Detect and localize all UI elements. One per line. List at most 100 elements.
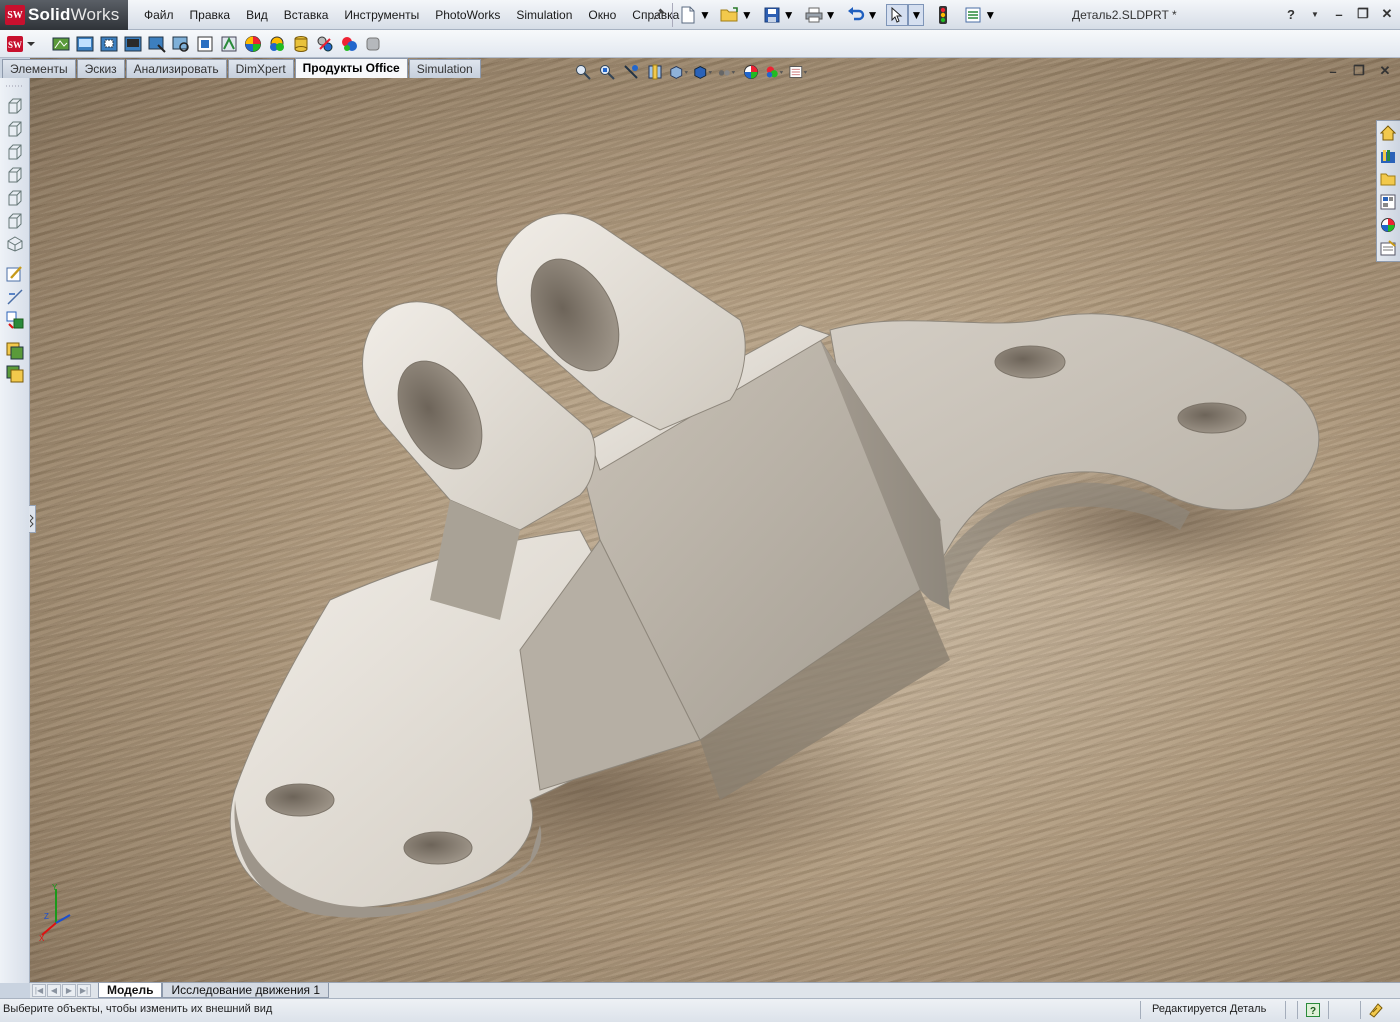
section-view-icon[interactable]	[645, 62, 665, 82]
close-icon[interactable]: ✕	[1378, 5, 1396, 23]
isometric-view-icon[interactable]	[5, 234, 25, 254]
appearance-zoom-icon[interactable]	[265, 33, 288, 55]
heads-up-toolbar	[573, 62, 809, 82]
paste-appearance-icon[interactable]	[5, 364, 25, 384]
toolbar-grip[interactable]	[5, 82, 25, 90]
material-icon[interactable]	[361, 33, 384, 55]
chevron-down-icon[interactable]: ▼	[741, 8, 753, 22]
chevron-down-icon[interactable]: ▼	[825, 8, 837, 22]
quick-tips-icon[interactable]: ?	[1305, 1002, 1321, 1018]
edit-appearance-icon[interactable]	[741, 62, 761, 82]
render-icon[interactable]	[73, 33, 96, 55]
bottom-view-icon[interactable]	[5, 211, 25, 231]
view-orientation-icon[interactable]	[669, 62, 689, 82]
pin-menu-icon[interactable]	[651, 7, 667, 23]
feature-manager-expand-handle[interactable]	[29, 505, 36, 533]
menu-window[interactable]: Окно	[580, 0, 624, 30]
next-tab-icon[interactable]: ▶	[62, 984, 76, 997]
zoom-to-fit-icon[interactable]	[573, 62, 593, 82]
tab-evaluate[interactable]: Анализировать	[125, 59, 227, 78]
restore-icon[interactable]: ❐	[1350, 62, 1368, 80]
app-logo[interactable]: SW SolidWorks	[0, 0, 128, 30]
help-icon[interactable]: ?	[1282, 5, 1300, 23]
minimize-icon[interactable]: –	[1330, 5, 1348, 23]
left-view-icon[interactable]	[5, 142, 25, 162]
render-last-icon[interactable]	[121, 33, 144, 55]
minimize-icon[interactable]: –	[1324, 62, 1342, 80]
tab-features[interactable]: Элементы	[2, 59, 76, 78]
apply-scene-icon[interactable]	[765, 62, 785, 82]
part-model[interactable]	[30, 58, 1400, 982]
tab-simulation[interactable]: Simulation	[408, 59, 481, 78]
print-icon[interactable]	[803, 4, 825, 26]
solidworks-menu-icon[interactable]: SW	[4, 33, 38, 55]
appearances-icon[interactable]	[1377, 214, 1399, 236]
chevron-down-icon[interactable]: ▼	[867, 8, 879, 22]
previous-tab-icon[interactable]: ◀	[47, 984, 61, 997]
animator-icon[interactable]	[289, 33, 312, 55]
color-swap-icon[interactable]	[337, 33, 360, 55]
rebuild-traffic-light-icon[interactable]	[932, 4, 954, 26]
menu-insert[interactable]: Вставка	[276, 0, 337, 30]
sketch-icon[interactable]	[5, 264, 25, 284]
chevron-down-icon[interactable]: ▼	[1306, 5, 1324, 23]
save-icon[interactable]	[761, 4, 783, 26]
home-icon[interactable]	[1377, 122, 1399, 144]
view-palette-icon[interactable]	[1377, 191, 1399, 213]
hide-show-icon[interactable]	[717, 62, 737, 82]
back-view-icon[interactable]	[5, 119, 25, 139]
custom-properties-icon[interactable]	[1377, 237, 1399, 259]
first-tab-icon[interactable]: |◀	[32, 984, 46, 997]
tab-office-products[interactable]: Продукты Office	[294, 58, 408, 78]
restore-icon[interactable]: ❐	[1354, 5, 1372, 23]
menu-simulation[interactable]: Simulation	[508, 0, 580, 30]
select-arrow-icon[interactable]	[886, 4, 909, 26]
new-document-icon[interactable]	[677, 4, 699, 26]
front-view-icon[interactable]	[5, 96, 25, 116]
scene-icon[interactable]	[169, 33, 192, 55]
svg-text:SW: SW	[8, 40, 22, 50]
tab-model[interactable]: Модель	[98, 983, 163, 998]
tab-sketch[interactable]: Эскиз	[76, 59, 125, 78]
tab-dimxpert[interactable]: DimXpert	[227, 59, 294, 78]
options-icon[interactable]	[962, 4, 984, 26]
command-manager: SW	[0, 30, 1400, 58]
undo-icon[interactable]	[845, 4, 867, 26]
design-library-icon[interactable]	[1377, 145, 1399, 167]
open-folder-icon[interactable]	[719, 4, 741, 26]
smart-dimension-icon[interactable]	[5, 287, 25, 307]
lights-icon[interactable]	[217, 33, 240, 55]
chevron-down-icon[interactable]: ▼	[783, 8, 795, 22]
command-manager-tabs: Элементы Эскиз Анализировать DimXpert Пр…	[0, 58, 481, 78]
decal-icon[interactable]	[193, 33, 216, 55]
rebuild-status-icon[interactable]	[1368, 1002, 1384, 1018]
chevron-down-icon[interactable]: ▼	[908, 4, 925, 26]
display-style-icon[interactable]	[693, 62, 713, 82]
toolbox-icon[interactable]	[313, 33, 336, 55]
chevron-down-icon[interactable]: ▼	[699, 8, 711, 22]
chevron-down-icon[interactable]: ▼	[984, 8, 996, 22]
copy-appearance-icon[interactable]	[5, 341, 25, 361]
render-to-file-icon[interactable]	[145, 33, 168, 55]
status-divider	[1360, 1001, 1361, 1019]
render-region-icon[interactable]	[97, 33, 120, 55]
zoom-area-icon[interactable]	[597, 62, 617, 82]
document-title: Деталь2.SLDPRT *	[1072, 8, 1177, 22]
appearance-icon[interactable]	[241, 33, 264, 55]
menu-file[interactable]: Файл	[136, 0, 182, 30]
last-tab-icon[interactable]: ▶|	[77, 984, 91, 997]
photoworks-icon[interactable]	[49, 33, 72, 55]
previous-view-icon[interactable]	[621, 62, 641, 82]
relations-icon[interactable]	[5, 310, 25, 330]
file-explorer-icon[interactable]	[1377, 168, 1399, 190]
view-settings-icon[interactable]	[789, 62, 809, 82]
right-view-icon[interactable]	[5, 165, 25, 185]
graphics-viewport[interactable]: – ❐ ✕ Y X Z	[30, 58, 1400, 982]
menu-tools[interactable]: Инструменты	[336, 0, 427, 30]
tab-motion-study[interactable]: Исследование движения 1	[162, 983, 330, 998]
top-view-icon[interactable]	[5, 188, 25, 208]
menu-view[interactable]: Вид	[238, 0, 276, 30]
menu-edit[interactable]: Правка	[182, 0, 239, 30]
close-icon[interactable]: ✕	[1376, 62, 1394, 80]
menu-photoworks[interactable]: PhotoWorks	[427, 0, 508, 30]
